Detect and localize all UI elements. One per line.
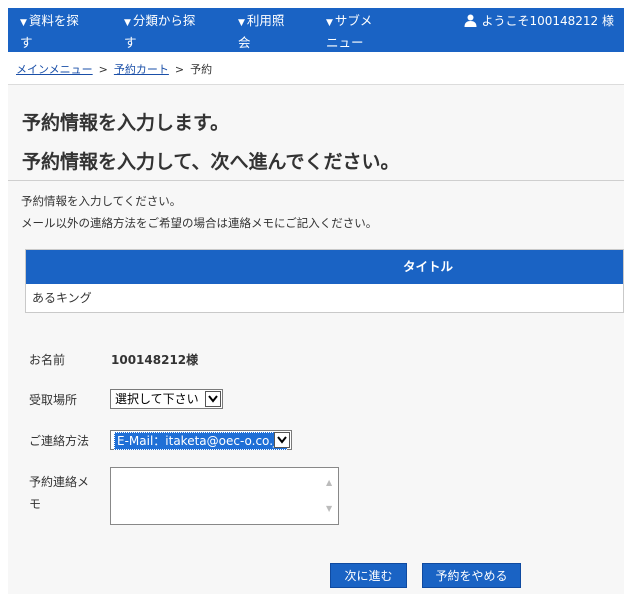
nav-submenu-label-2: ニュー bbox=[326, 35, 364, 50]
section-divider bbox=[8, 180, 624, 181]
breadcrumb-separator: > bbox=[98, 63, 108, 76]
memo-scrollbar[interactable]: ▲ ▼ bbox=[324, 470, 336, 522]
contact-note-text: メール以外の連絡方法をご希望の場合は連絡メモにご記入ください。 bbox=[21, 216, 378, 230]
scroll-up-icon[interactable]: ▲ bbox=[326, 478, 332, 487]
user-icon bbox=[464, 14, 477, 27]
breadcrumb: メインメニュー > 予約カート > 予約 bbox=[16, 61, 212, 77]
breadcrumb-cart-link[interactable]: 予約カート bbox=[114, 63, 169, 76]
memo-label: 予約連絡メ モ bbox=[29, 471, 89, 515]
dropdown-arrow-icon bbox=[205, 391, 221, 407]
header-divider bbox=[8, 84, 624, 85]
name-label: お名前 bbox=[29, 353, 66, 367]
nav-category-label-1: 分類から探 bbox=[132, 13, 196, 28]
nav-category-label-2: す bbox=[124, 35, 137, 50]
reservation-items-table: タイトル あるキング bbox=[25, 249, 624, 313]
nav-search-label-1: 資料を探 bbox=[28, 13, 79, 28]
contact-method-label: ご連絡方法 bbox=[29, 434, 90, 448]
caret-down-icon: ▼ bbox=[20, 18, 27, 28]
nav-usage-inquiry[interactable]: ▼ 利用照 会 bbox=[238, 11, 284, 52]
caret-down-icon: ▼ bbox=[124, 18, 131, 28]
pickup-location-label: 受取場所 bbox=[29, 393, 78, 407]
table-header-title: タイトル bbox=[26, 250, 623, 284]
caret-down-icon: ▼ bbox=[238, 18, 245, 28]
pickup-location-selected: 選択して下さい bbox=[115, 392, 199, 406]
contact-method-select[interactable]: E-Mail：itaketa@oec-o.co.jp bbox=[110, 430, 292, 450]
name-value: 100148212様 bbox=[111, 353, 199, 367]
pickup-location-select[interactable]: 選択して下さい bbox=[110, 389, 223, 409]
cancel-reservation-button[interactable]: 予約をやめる bbox=[422, 563, 521, 588]
instruction-text: 予約情報を入力してください。 bbox=[21, 194, 182, 208]
memo-textarea[interactable]: ▲ ▼ bbox=[110, 467, 339, 525]
page-subtitle: 予約情報を入力して、次へ進んでください。 bbox=[22, 151, 400, 173]
page-title: 予約情報を入力します。 bbox=[22, 112, 230, 134]
nav-search-materials[interactable]: ▼ 資料を探 す bbox=[20, 11, 79, 52]
caret-down-icon: ▼ bbox=[326, 18, 333, 28]
nav-submenu-label-1: サブメ bbox=[334, 13, 373, 28]
nav-usage-label-2: 会 bbox=[238, 35, 251, 50]
table-row: あるキング bbox=[32, 291, 92, 305]
user-welcome[interactable]: ようこそ100148212 様 bbox=[464, 12, 614, 29]
welcome-text: ようこそ100148212 様 bbox=[481, 14, 614, 28]
nav-search-label-2: す bbox=[20, 35, 33, 50]
memo-label-line-1: 予約連絡メ bbox=[29, 475, 90, 489]
memo-label-line-2: モ bbox=[29, 497, 42, 511]
breadcrumb-main-menu-link[interactable]: メインメニュー bbox=[16, 63, 93, 76]
breadcrumb-current: 予約 bbox=[190, 63, 213, 76]
nav-browse-by-category[interactable]: ▼ 分類から探 す bbox=[124, 11, 195, 52]
dropdown-arrow-icon bbox=[274, 432, 290, 448]
breadcrumb-separator: > bbox=[174, 63, 185, 76]
top-navigation-bar: ▼ 資料を探 す ▼ 分類から探 す ▼ 利用照 会 ▼ サブメ ニュー ようこそ100… bbox=[8, 8, 624, 52]
nav-submenu[interactable]: ▼ サブメ ニュー bbox=[326, 11, 372, 52]
nav-usage-label-1: 利用照 bbox=[246, 13, 285, 28]
contact-method-selected: E-Mail：itaketa@oec-o.co.jp bbox=[114, 432, 287, 450]
next-button[interactable]: 次に進む bbox=[330, 563, 407, 588]
scroll-down-icon[interactable]: ▼ bbox=[326, 504, 332, 513]
